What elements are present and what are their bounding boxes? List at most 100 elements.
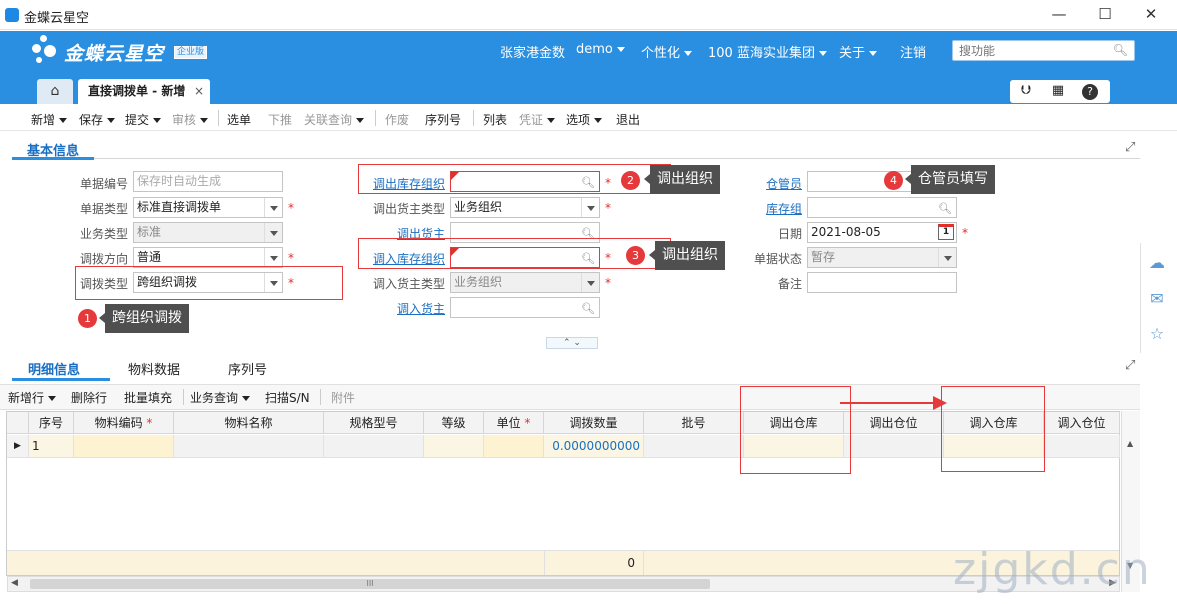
cell-material-code[interactable]	[74, 435, 174, 458]
grid-header-in-loc[interactable]: 调入仓位	[1044, 412, 1120, 434]
search-icon[interactable]: 🔍︎	[581, 299, 595, 317]
cell-out-loc[interactable]	[844, 435, 944, 458]
nav-user-company[interactable]: 张家港金数	[500, 42, 565, 61]
nav-personalize[interactable]: 个性化	[641, 42, 693, 61]
toolbar-related-query-button[interactable]: 关联查询	[304, 111, 365, 128]
toolbar-save-button[interactable]: 保存	[79, 111, 116, 128]
dropdown-icon[interactable]	[581, 198, 599, 217]
nav-about[interactable]: 关于	[839, 42, 878, 61]
grid-header-seq[interactable]: 序号	[29, 412, 74, 434]
grid-header-out-loc[interactable]: 调出仓位	[844, 412, 944, 434]
grid-scan-sn-button[interactable]: 扫描S/N	[265, 389, 310, 406]
out-org-input[interactable]: 🔍︎	[450, 171, 600, 192]
nav-logout[interactable]: 注销	[900, 42, 926, 61]
doc-no-input[interactable]: 保存时自动生成	[133, 171, 283, 192]
scrollbar-thumb[interactable]: III	[30, 579, 710, 589]
date-input[interactable]: 2021-08-05 1	[807, 222, 957, 243]
grid-header-lot[interactable]: 批号	[644, 412, 744, 434]
tab-serial-no[interactable]: 序列号	[228, 359, 267, 378]
search-icon[interactable]: 🔍︎	[1113, 43, 1128, 57]
toolbar-select-button[interactable]: 选单	[227, 111, 251, 128]
tab-detail-info[interactable]: 明细信息	[28, 359, 80, 378]
home-tab[interactable]: ⌂	[37, 79, 73, 104]
label-out-org[interactable]: 调出库存组织	[352, 175, 445, 192]
nav-demo[interactable]: demo	[576, 42, 625, 57]
grid-delete-row-button[interactable]: 删除行	[71, 389, 107, 406]
scroll-up-icon[interactable]: ▲	[1127, 439, 1133, 448]
dropdown-icon	[264, 223, 282, 242]
status-select[interactable]: 暂存	[807, 247, 957, 268]
toolbar-void-button[interactable]: 作废	[385, 111, 409, 128]
annotation-badge-4: 4	[884, 171, 903, 190]
grid-batch-fill-button[interactable]: 批量填充	[124, 389, 172, 406]
toolbar-submit-button[interactable]: 提交	[125, 111, 162, 128]
expand-menu-icon[interactable]: ⮋︎	[1016, 83, 1036, 98]
cloud-icon[interactable]: ☁︎	[1146, 252, 1168, 274]
minimize-button[interactable]: —	[1044, 4, 1074, 24]
help-icon[interactable]: ?	[1082, 84, 1098, 100]
grid-view-icon[interactable]: ▦	[1048, 83, 1068, 98]
chat-icon[interactable]: ✉︎	[1146, 288, 1168, 310]
dropdown-icon[interactable]	[264, 248, 282, 267]
collapse-toggle[interactable]: ⌃ ⌄	[546, 337, 598, 349]
toolbar-serial-button[interactable]: 序列号	[425, 111, 461, 128]
tab-close-icon[interactable]: ×	[194, 79, 204, 104]
function-search-input[interactable]	[953, 41, 1103, 60]
calendar-icon[interactable]: 1	[938, 224, 954, 240]
search-icon[interactable]: 🔍︎	[581, 173, 595, 191]
chevron-down-icon	[684, 51, 693, 56]
transfer-dir-select[interactable]: 普通	[133, 247, 283, 268]
star-icon[interactable]: ☆	[1146, 323, 1168, 345]
expand-icon[interactable]: ⤢	[1125, 358, 1135, 373]
tab-material-data[interactable]: 物料数据	[128, 359, 180, 378]
grid-header-material-name[interactable]: 物料名称	[174, 412, 324, 434]
toolbar-new-button[interactable]: 新增	[31, 111, 68, 128]
label-keeper[interactable]: 仓管员	[730, 175, 802, 192]
out-owner-type-select[interactable]: 业务组织	[450, 197, 600, 218]
search-icon[interactable]: 🔍︎	[938, 199, 952, 217]
close-button[interactable]: ✕	[1136, 4, 1166, 24]
stock-group-input[interactable]: 🔍︎	[807, 197, 957, 218]
toolbar-push-button[interactable]: 下推	[268, 111, 292, 128]
cell-qty[interactable]: 0.0000000000	[544, 435, 644, 458]
tab-transfer-new[interactable]: 直接调拨单 - 新增 ×	[78, 79, 210, 104]
grid-header-qty[interactable]: 调拨数量	[544, 412, 644, 434]
in-owner-input[interactable]: 🔍︎	[450, 297, 600, 318]
transfer-type-select[interactable]: 跨组织调拨	[133, 272, 283, 293]
scroll-left-icon[interactable]: ◀	[11, 578, 18, 588]
grid-biz-query-button[interactable]: 业务查询	[190, 389, 251, 406]
dropdown-icon[interactable]	[264, 198, 282, 217]
grid-header-grade[interactable]: 等级	[424, 412, 484, 434]
search-icon[interactable]: 🔍︎	[581, 249, 595, 267]
grid-header-spec[interactable]: 规格型号	[324, 412, 424, 434]
maximize-button[interactable]: ☐	[1090, 4, 1120, 24]
grid-header-unit[interactable]: 单位 *	[484, 412, 544, 434]
remark-input[interactable]	[807, 272, 957, 293]
cell-unit[interactable]	[484, 435, 544, 458]
label-in-org[interactable]: 调入库存组织	[352, 250, 445, 267]
label-doc-type: 单据类型	[79, 202, 128, 216]
toolbar-audit-button[interactable]: 审核	[172, 111, 209, 128]
biz-type-select[interactable]: 标准	[133, 222, 283, 243]
cell-in-loc[interactable]	[1044, 435, 1120, 458]
row-indicator-icon[interactable]: ▶	[7, 435, 29, 458]
cell-seq[interactable]: 1	[29, 435, 74, 458]
grid-header-material-code[interactable]: 物料编码 *	[74, 412, 174, 434]
expand-icon[interactable]: ⤢	[1125, 140, 1135, 155]
chevron-down-icon	[48, 396, 57, 401]
label-in-owner[interactable]: 调入货主	[352, 300, 445, 317]
cell-lot[interactable]	[644, 435, 744, 458]
nav-org[interactable]: 100 蓝海实业集团	[708, 42, 827, 61]
label-stock-group[interactable]: 库存组	[730, 200, 802, 217]
toolbar-exit-button[interactable]: 退出	[616, 111, 640, 128]
in-org-input[interactable]: 🔍︎	[450, 247, 600, 268]
dropdown-icon[interactable]	[264, 273, 282, 292]
doc-type-select[interactable]: 标准直接调拨单	[133, 197, 283, 218]
grid-attachment-button[interactable]: 附件	[331, 389, 355, 406]
toolbar-options-button[interactable]: 选项	[566, 111, 603, 128]
cell-grade[interactable]	[424, 435, 484, 458]
in-owner-type-select[interactable]: 业务组织	[450, 272, 600, 293]
grid-add-row-button[interactable]: 新增行	[8, 389, 57, 406]
toolbar-voucher-button[interactable]: 凭证	[519, 111, 556, 128]
toolbar-list-button[interactable]: 列表	[483, 111, 507, 128]
